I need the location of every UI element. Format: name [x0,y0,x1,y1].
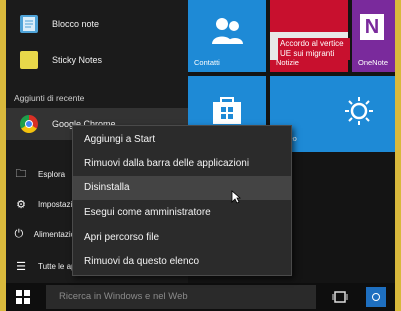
context-item-label: Rimuovi da questo elenco [84,256,200,267]
recent-section-label: Aggiunti di recente [14,93,85,103]
tile-label: Notizie [276,58,299,67]
context-item-rimuovi-da-questo-elenco[interactable]: Rimuovi da questo elenco [73,250,291,274]
context-item-rimuovi-dalla-barra[interactable]: Rimuovi dalla barra delle applicazioni [73,152,291,176]
context-item-label: Rimuovi dalla barra delle applicazioni [84,158,250,169]
taskbar: Ricerca in Windows e nel Web [6,283,395,311]
context-item-disinstalla[interactable]: Disinstalla [73,176,291,200]
search-input[interactable]: Ricerca in Windows e nel Web [46,285,316,309]
sun-icon [345,97,373,125]
windows-start-icon[interactable] [16,290,30,304]
tile-contatti[interactable]: Contatti [188,0,266,72]
context-item-label: Esegui come amministratore [84,207,211,218]
tile-label: OneNote [358,58,389,67]
mouse-cursor-icon [231,190,241,204]
tile-onenote[interactable]: N OneNote [352,0,395,72]
context-item-label: Aggiungi a Start [84,134,156,145]
context-item-label: Disinstalla [84,182,130,193]
search-placeholder: Ricerca in Windows e nel Web [59,291,188,302]
chrome-icon [20,115,38,133]
side-item-label: Esplora [38,169,66,179]
tile-notizie[interactable]: Accordo al vertice UE sui migranti Notiz… [270,0,350,72]
apps-list-icon: ☰ [16,260,26,273]
context-item-esegui-come-amministratore[interactable]: Esegui come amministratore [73,201,291,225]
sticky-notes-icon [20,51,38,69]
context-item-label: Apri percorso file [84,232,160,243]
desktop-screen: Blocco note Sticky Notes Aggiunti di rec… [6,0,395,311]
app-label: Sticky Notes [52,55,103,65]
context-item-apri-percorso-file[interactable]: Apri percorso file [73,226,291,250]
browser-taskbar-icon[interactable] [366,287,386,307]
app-label: Blocco note [52,19,100,29]
news-headline: Accordo al vertice UE sui migranti [278,38,350,60]
onenote-icon: N [360,14,384,40]
context-item-aggiungi-a-start[interactable]: Aggiungi a Start [73,128,291,152]
people-icon [212,18,243,44]
folder-icon: 🗀 [15,167,27,180]
app-item-blocco-note[interactable]: Blocco note [6,8,188,40]
task-view-icon[interactable] [332,290,348,304]
store-icon [213,97,241,124]
notepad-icon [20,15,38,33]
app-item-sticky-notes[interactable]: Sticky Notes [6,44,188,76]
context-menu: Aggiungi a Start Rimuovi dalla barra del… [72,125,292,276]
tile-label: Contatti [194,58,220,67]
power-icon: ⏻ [14,227,24,240]
gear-icon: ⚙ [16,198,26,211]
